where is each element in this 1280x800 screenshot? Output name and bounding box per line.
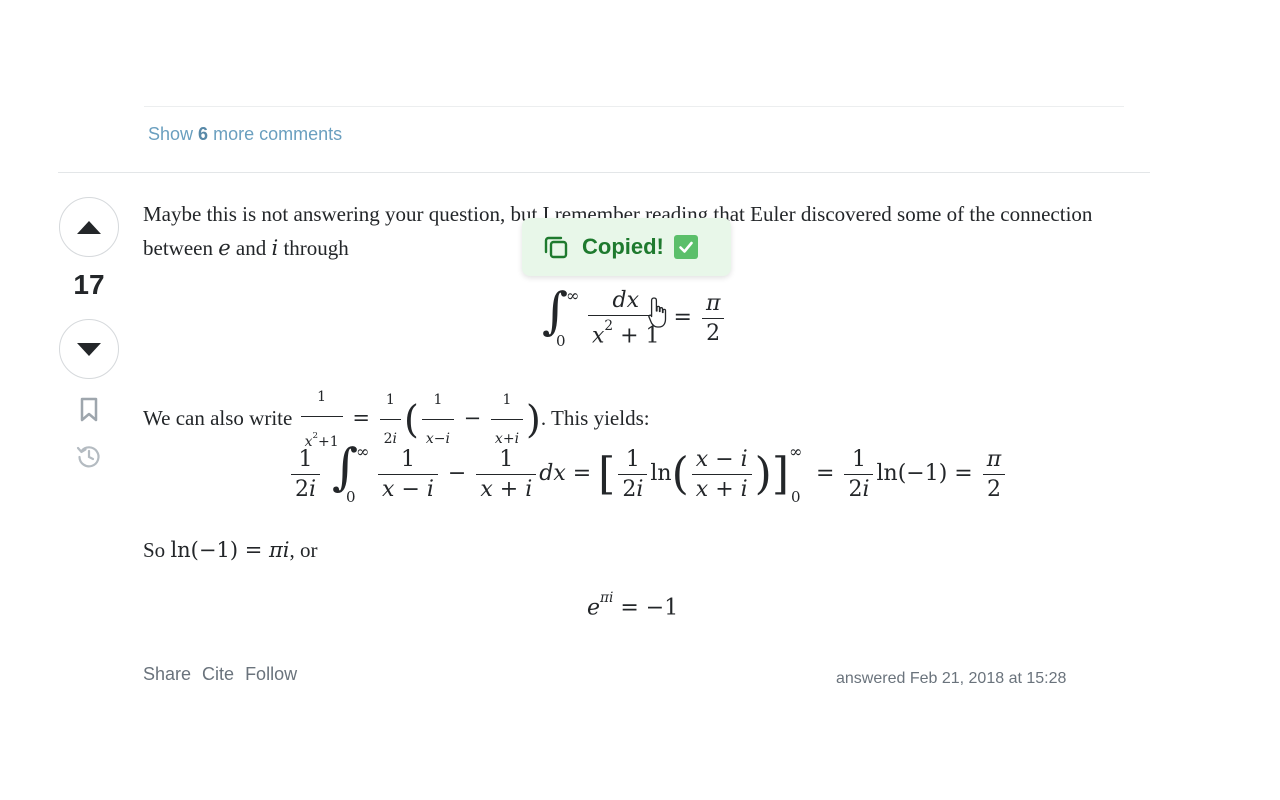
inline-partial-fraction: 1 x2+1 = 1 2i(1 x−i − 1 x+i) bbox=[298, 389, 541, 450]
follow-link[interactable]: Follow bbox=[245, 664, 297, 685]
answer-separator bbox=[58, 172, 1150, 173]
answer-page: Show 6 more comments 17 Maybe this is no… bbox=[0, 0, 1280, 800]
integral-sign: ∫ ∞ 0 bbox=[542, 282, 580, 351]
comment-divider bbox=[144, 106, 1124, 107]
answered-timestamp[interactable]: answered Feb 21, 2018 at 15:28 bbox=[836, 670, 1066, 688]
equation-euler-identity: eπi = −1 bbox=[587, 590, 679, 621]
cite-link[interactable]: Cite bbox=[202, 664, 234, 685]
toast-text: Copied! bbox=[582, 234, 664, 259]
downvote-icon bbox=[77, 342, 101, 356]
bookmark-button[interactable] bbox=[75, 396, 103, 424]
copied-toast: Copied! bbox=[522, 218, 731, 276]
upvote-icon bbox=[77, 220, 101, 234]
history-icon bbox=[76, 446, 100, 468]
answer-paragraph-3: So ln(−1) = πi, or bbox=[143, 538, 318, 562]
math-e: e bbox=[218, 236, 231, 260]
show-more-comments-link[interactable]: Show 6 more comments bbox=[148, 124, 342, 145]
inline-ln-result: ln(−1) = πi bbox=[170, 538, 290, 562]
downvote-button[interactable] bbox=[59, 319, 119, 379]
copy-icon bbox=[544, 236, 568, 259]
check-icon bbox=[673, 235, 698, 259]
hand-cursor-icon bbox=[648, 297, 667, 328]
timeline-button[interactable] bbox=[75, 442, 103, 470]
share-link[interactable]: Share bbox=[143, 664, 191, 685]
post-actions: Share Cite Follow bbox=[143, 664, 297, 685]
equation-evaluation: 1 2i ∫ ∞ 0 1x − i − 1x + i dx = [1 2i ln(x −… bbox=[288, 438, 1008, 506]
bookmark-icon bbox=[80, 397, 98, 422]
math-i: i bbox=[271, 236, 279, 260]
upvote-button[interactable] bbox=[59, 197, 119, 257]
fraction-pi-over-2: π 2 bbox=[702, 291, 725, 346]
vote-count: 17 bbox=[73, 269, 105, 300]
equation-integral: ∫ ∞ 0 dx x2 + 1 = π 2 bbox=[540, 282, 727, 351]
integral-sign-2: ∫ ∞ 0 bbox=[332, 438, 370, 506]
